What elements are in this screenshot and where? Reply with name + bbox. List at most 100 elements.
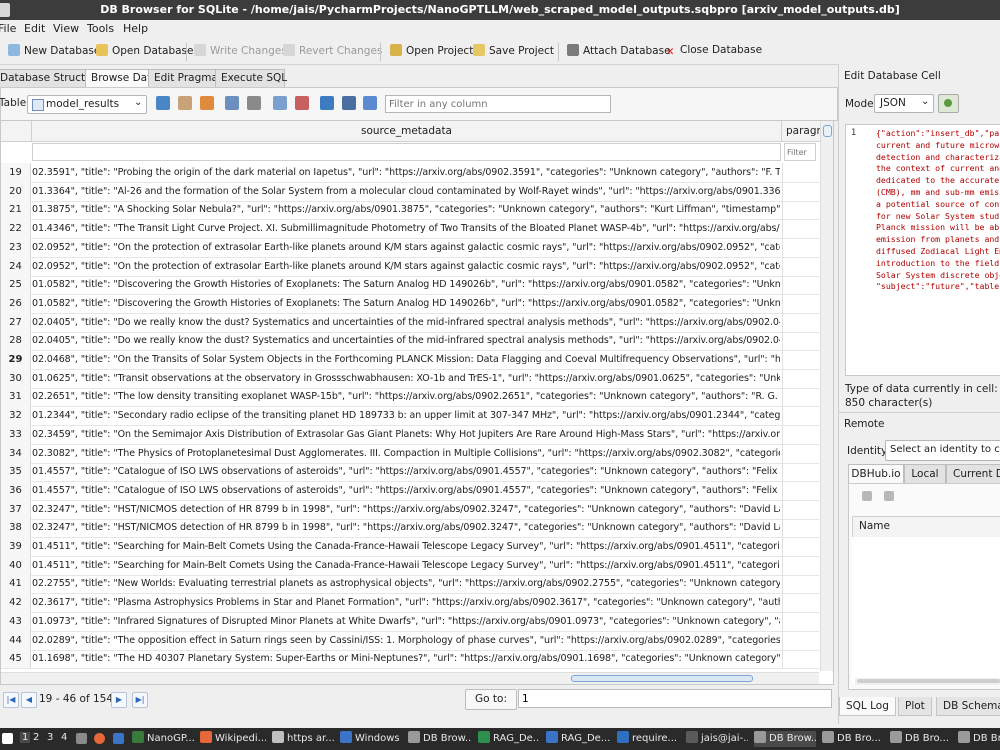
table-cell-paragraph[interactable] <box>782 555 819 575</box>
taskbar-item[interactable]: jais@jai-... <box>686 731 748 747</box>
table-cell-paragraph[interactable] <box>782 406 819 426</box>
table-cell-paragraph[interactable] <box>782 163 819 182</box>
taskbar-item[interactable]: NanoGP... <box>132 731 194 747</box>
tab-browse-data[interactable]: Browse Data <box>85 69 158 87</box>
menu-view[interactable]: View <box>53 22 79 35</box>
table-cell-paragraph[interactable] <box>782 424 819 444</box>
table-cell-source-metadata[interactable]: 01.3875", "title": "A Shocking Solar Neb… <box>32 200 780 219</box>
table-row[interactable]: 36 01.4557", "title": "Catalogue of ISO L… <box>1 480 819 501</box>
menu-help[interactable]: Help <box>123 22 148 35</box>
table-cell-paragraph[interactable] <box>782 200 819 220</box>
table-cell-paragraph[interactable] <box>782 387 819 407</box>
row-number[interactable]: 45 <box>1 649 31 669</box>
table-row[interactable]: 24 02.0952", "title": "On the protection … <box>1 256 819 277</box>
table-row[interactable]: 38 02.3247", "title": "HST/NICMOS detecti… <box>1 518 819 539</box>
workspace-2[interactable]: 2 <box>33 732 39 743</box>
taskbar-item[interactable]: https ar... <box>272 731 334 747</box>
table-row[interactable]: 22 01.4346", "title": "The Transit Light … <box>1 219 819 240</box>
column-header-source-metadata[interactable]: source_metadata <box>32 121 782 142</box>
table-row[interactable]: 29 02.0468", "title": "On the Transits of… <box>1 350 819 370</box>
table-cell-source-metadata[interactable]: 01.1698", "title": "The HD 40307 Planeta… <box>32 649 780 668</box>
taskbar-item[interactable]: Windows <box>340 731 400 747</box>
column-header-paragraph[interactable]: paragra <box>782 121 823 142</box>
table-cell-source-metadata[interactable]: 02.3459", "title": "On the Semimajor Axi… <box>32 425 780 444</box>
row-number[interactable]: 21 <box>1 200 31 220</box>
tab-plot[interactable]: Plot <box>898 697 932 716</box>
row-number[interactable]: 42 <box>1 593 31 613</box>
save-project-button[interactable]: Save Project <box>473 44 554 60</box>
tab-sql-log[interactable]: SQL Log <box>839 697 896 716</box>
table-row[interactable]: 30 01.0625", "title": "Transit observatio… <box>1 368 819 389</box>
row-number[interactable]: 24 <box>1 256 31 276</box>
table-cell-source-metadata[interactable]: 02.2755", "title": "New Worlds: Evaluati… <box>32 574 780 593</box>
column-filter-paragraph[interactable] <box>784 143 816 161</box>
taskbar-item[interactable]: RAG_De... <box>478 731 540 747</box>
refresh-icon[interactable] <box>156 96 170 110</box>
table-cell-paragraph[interactable] <box>782 593 819 613</box>
row-number[interactable]: 44 <box>1 630 31 650</box>
mode-select[interactable]: JSON ⌄ <box>874 94 934 113</box>
table-row[interactable]: 37 02.3247", "title": "HST/NICMOS detecti… <box>1 499 819 520</box>
table-cell-paragraph[interactable] <box>782 518 819 538</box>
table-cell-paragraph[interactable] <box>782 537 819 556</box>
tab-db-schema[interactable]: DB Schema <box>936 697 1000 716</box>
table-cell-paragraph[interactable] <box>782 350 819 369</box>
table-row[interactable]: 44 02.0289", "title": "The opposition eff… <box>1 630 819 651</box>
row-number[interactable]: 39 <box>1 537 31 556</box>
table-row[interactable]: 43 01.0973", "title": "Infrared Signature… <box>1 611 819 632</box>
row-number[interactable]: 33 <box>1 424 31 444</box>
menu-tools[interactable]: Tools <box>87 22 114 35</box>
menu-edit[interactable]: Edit <box>24 22 45 35</box>
firefox-icon[interactable] <box>94 733 105 744</box>
start-icon[interactable] <box>2 733 13 744</box>
table-cell-source-metadata[interactable]: 01.4557", "title": "Catalogue of ISO LWS… <box>32 462 780 481</box>
table-cell-paragraph[interactable] <box>782 611 819 631</box>
taskbar-item[interactable]: DB Brow... <box>408 731 472 747</box>
taskbar-item[interactable]: DB Bro... <box>890 731 952 747</box>
table-cell-paragraph[interactable] <box>782 630 819 650</box>
row-number[interactable]: 30 <box>1 368 31 388</box>
clone-icon[interactable] <box>884 491 894 501</box>
table-cell-source-metadata[interactable]: 02.2651", "title": "The low density tran… <box>32 387 780 406</box>
table-cell-source-metadata[interactable]: 02.0405", "title": "Do we really know th… <box>32 331 780 350</box>
row-number[interactable]: 25 <box>1 275 31 295</box>
table-row[interactable]: 19 02.3591", "title": "Probing the origin… <box>1 163 819 183</box>
attach-database-button[interactable]: Attach Database <box>567 44 671 60</box>
tab-execute-sql[interactable]: Execute SQL <box>215 69 287 87</box>
table-cell-paragraph[interactable] <box>782 499 819 519</box>
tab-local[interactable]: Local <box>904 464 946 483</box>
row-number[interactable]: 37 <box>1 499 31 519</box>
table-row[interactable]: 35 01.4557", "title": "Catalogue of ISO L… <box>1 462 819 483</box>
row-number[interactable]: 27 <box>1 312 31 332</box>
taskbar-item[interactable]: Wikipedi... <box>200 731 266 747</box>
row-number[interactable]: 43 <box>1 611 31 631</box>
row-number[interactable]: 34 <box>1 443 31 463</box>
row-number[interactable]: 41 <box>1 574 31 594</box>
row-number[interactable]: 28 <box>1 331 31 351</box>
table-row[interactable]: 33 02.3459", "title": "On the Semimajor A… <box>1 424 819 445</box>
table-row[interactable]: 32 01.2344", "title": "Secondary radio ec… <box>1 406 819 427</box>
find-icon[interactable] <box>320 96 334 110</box>
workspace-4[interactable]: 4 <box>61 732 67 743</box>
table-cell-paragraph[interactable] <box>782 237 819 257</box>
taskbar-item[interactable]: DB Bro... <box>958 731 1000 747</box>
row-number[interactable]: 22 <box>1 219 31 239</box>
table-cell-source-metadata[interactable]: 01.0582", "title": "Discovering the Grow… <box>32 275 780 294</box>
row-number[interactable]: 19 <box>1 163 31 182</box>
table-cell-source-metadata[interactable]: 01.3364", "title": "Al-26 and the format… <box>32 182 780 201</box>
table-cell-source-metadata[interactable]: 01.0625", "title": "Transit observations… <box>32 369 780 388</box>
table-cell-paragraph[interactable] <box>782 256 819 276</box>
remote-list[interactable] <box>852 537 1000 685</box>
delete-record-icon[interactable] <box>295 96 309 110</box>
table-cell-source-metadata[interactable]: 02.3082", "title": "The Physics of Proto… <box>32 444 780 463</box>
table-cell-source-metadata[interactable]: 02.3591", "title": "Probing the origin o… <box>32 163 780 182</box>
table-cell-source-metadata[interactable]: 02.0952", "title": "On the protection of… <box>32 257 780 276</box>
table-cell-source-metadata[interactable]: 02.3247", "title": "HST/NICMOS detection… <box>32 518 780 537</box>
tab-edit-pragmas[interactable]: Edit Pragmas <box>148 69 223 87</box>
find-replace-icon[interactable] <box>342 96 356 110</box>
table-cell-paragraph[interactable] <box>782 443 819 463</box>
first-record-button[interactable]: |◀ <box>3 692 19 708</box>
table-row[interactable]: 42 02.3617", "title": "Plasma Astrophysic… <box>1 593 819 614</box>
table-cell-source-metadata[interactable]: 01.4557", "title": "Catalogue of ISO LWS… <box>32 481 780 500</box>
table-row[interactable]: 25 01.0582", "title": "Discovering the Gr… <box>1 275 819 296</box>
